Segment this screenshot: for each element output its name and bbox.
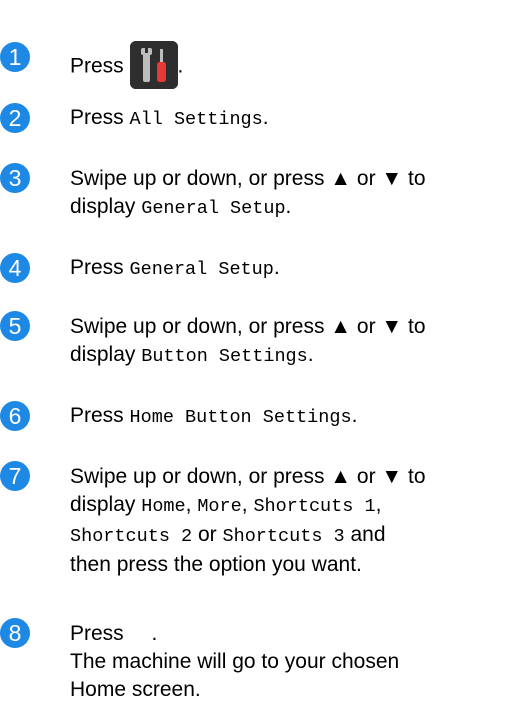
step-7-text: Swipe up or down, or press ▲ or ▼ to dis… bbox=[70, 463, 510, 579]
option-all-settings: All Settings bbox=[129, 109, 263, 130]
step-3-line-2: display General Setup. bbox=[70, 193, 510, 223]
settings-tools-icon bbox=[129, 41, 178, 89]
option-general-setup-press: General Setup bbox=[129, 259, 274, 280]
step-4: 4 Press General Setup. bbox=[0, 250, 517, 290]
step-2-period: . bbox=[262, 106, 269, 129]
instruction-page: 1 Press . 2 Press All Settings. 3 Swipe … bbox=[0, 0, 517, 712]
step-2: 2 Press All Settings. bbox=[0, 100, 517, 140]
step-number-7: 7 bbox=[0, 461, 30, 491]
option-shortcuts-2: Shortcuts 2 bbox=[70, 526, 193, 547]
step-7-comma-2: , bbox=[241, 493, 248, 516]
step-8-line-1: Press . bbox=[70, 620, 510, 648]
step-7-or: or bbox=[197, 523, 217, 546]
step-1-press: Press bbox=[70, 54, 124, 78]
step-5-text: Swipe up or down, or press ▲ or ▼ to dis… bbox=[70, 313, 510, 371]
step-5-period: . bbox=[307, 343, 314, 366]
step-8: 8 Press . The machine will go to your ch… bbox=[0, 616, 517, 712]
step-7-comma-1: , bbox=[185, 493, 192, 516]
step-7-comma-3: , bbox=[375, 493, 382, 516]
step-6-period: . bbox=[351, 404, 358, 427]
option-shortcuts-3: Shortcuts 3 bbox=[222, 526, 345, 547]
step-7-line-3: Shortcuts 2 or Shortcuts 3 and bbox=[70, 521, 510, 551]
option-button-settings: Button Settings bbox=[141, 346, 308, 367]
step-number-3: 3 bbox=[0, 163, 30, 193]
step-6: 6 Press Home Button Settings. bbox=[0, 398, 517, 438]
step-4-text: Press General Setup. bbox=[70, 254, 510, 284]
step-7-line-1: Swipe up or down, or press ▲ or ▼ to bbox=[70, 465, 426, 488]
step-3: 3 Swipe up or down, or press ▲ or ▼ to d… bbox=[0, 161, 517, 221]
step-3-text: Swipe up or down, or press ▲ or ▼ to dis… bbox=[70, 165, 510, 223]
step-5-line-1: Swipe up or down, or press ▲ or ▼ to bbox=[70, 315, 426, 338]
step-2-text: Press All Settings. bbox=[70, 104, 510, 134]
step-number-5: 5 bbox=[0, 311, 30, 341]
step-8-period: . bbox=[151, 622, 158, 645]
step-number-8: 8 bbox=[0, 618, 30, 648]
step-8-press: Press bbox=[70, 622, 124, 645]
step-4-press: Press bbox=[70, 256, 124, 279]
step-6-text: Press Home Button Settings. bbox=[70, 402, 510, 432]
step-1-text: Press . bbox=[70, 41, 510, 91]
step-5: 5 Swipe up or down, or press ▲ or ▼ to d… bbox=[0, 309, 517, 369]
step-3-period: . bbox=[285, 195, 292, 218]
option-home-button-settings: Home Button Settings bbox=[129, 407, 352, 428]
step-number-1: 1 bbox=[0, 42, 30, 72]
option-home: Home bbox=[141, 496, 186, 517]
settings-tools-icon-graphic bbox=[129, 41, 178, 89]
step-1: 1 Press . bbox=[0, 30, 517, 90]
step-4-period: . bbox=[273, 256, 280, 279]
step-7-and: and bbox=[350, 523, 386, 546]
step-number-4: 4 bbox=[0, 253, 30, 283]
step-7-line-4: then press the option you want. bbox=[70, 553, 362, 576]
step-7-display: display bbox=[70, 493, 136, 516]
step-5-line-2: display Button Settings. bbox=[70, 341, 510, 371]
step-5-display: display bbox=[70, 343, 136, 366]
step-number-2: 2 bbox=[0, 103, 30, 133]
option-shortcuts-1: Shortcuts 1 bbox=[253, 496, 376, 517]
step-6-press: Press bbox=[70, 404, 124, 427]
step-1-period: . bbox=[177, 54, 184, 78]
step-3-line-1: Swipe up or down, or press ▲ or ▼ to bbox=[70, 167, 426, 190]
step-2-press: Press bbox=[70, 106, 124, 129]
home-icon bbox=[130, 624, 152, 644]
step-7-line-2: display Home, More, Shortcuts 1, bbox=[70, 491, 510, 521]
step-8-note-line-2: Home screen. bbox=[70, 678, 201, 701]
step-3-display: display bbox=[70, 195, 136, 218]
step-8-text: Press . The machine will go to your chos… bbox=[70, 620, 510, 704]
step-8-note-line-1: The machine will go to your chosen bbox=[70, 650, 400, 673]
step-number-6: 6 bbox=[0, 401, 30, 431]
step-7: 7 Swipe up or down, or press ▲ or ▼ to d… bbox=[0, 459, 517, 579]
option-general-setup: General Setup bbox=[141, 198, 286, 219]
option-more: More bbox=[197, 496, 242, 517]
